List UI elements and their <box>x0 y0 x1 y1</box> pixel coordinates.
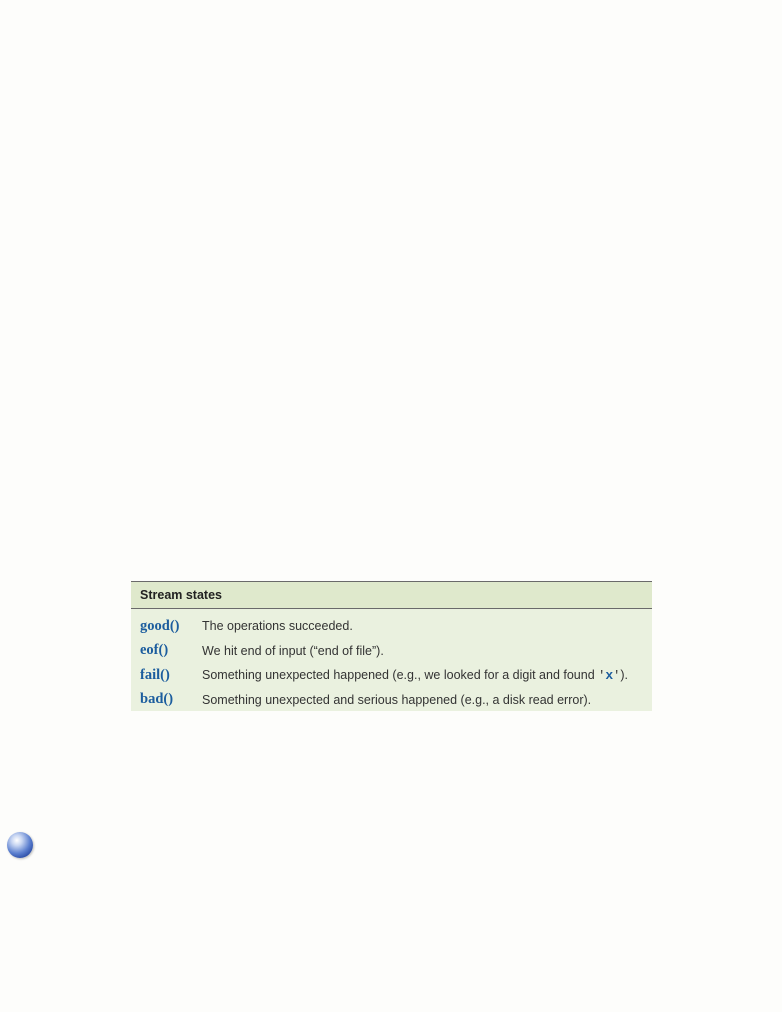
function-description-fail: Something unexpected happened (e.g., we … <box>202 668 628 683</box>
table-title: Stream states <box>140 588 222 602</box>
table-body: good() The operations succeeded. eof() W… <box>131 609 652 712</box>
function-name-good: good() <box>140 617 180 634</box>
blue-sphere-icon <box>7 832 33 858</box>
function-name-bad: bad() <box>140 691 174 708</box>
function-description-good: The operations succeeded. <box>202 619 353 634</box>
function-name-eof: eof() <box>140 642 169 659</box>
table-header: Stream states <box>131 581 652 609</box>
table-row-bad: bad() Something unexpected and serious h… <box>131 688 652 713</box>
function-description-eof: We hit end of input (“end of file”). <box>202 643 384 658</box>
function-description-bad: Something unexpected and serious happene… <box>202 692 592 707</box>
function-name-fail: fail() <box>140 666 170 683</box>
stream-states-table: Stream states good() The operations succ… <box>131 581 652 711</box>
table-row-good: good() The operations succeeded. <box>131 614 652 639</box>
table-row-eof: eof() We hit end of input (“end of file”… <box>131 639 652 664</box>
fail-description-text: Something unexpected happened (e.g., we … <box>202 667 599 682</box>
code-literal-x: x <box>605 667 614 683</box>
table-row-fail: fail() Something unexpected happened (e.… <box>131 663 652 688</box>
fail-description-end: ). <box>620 667 628 682</box>
